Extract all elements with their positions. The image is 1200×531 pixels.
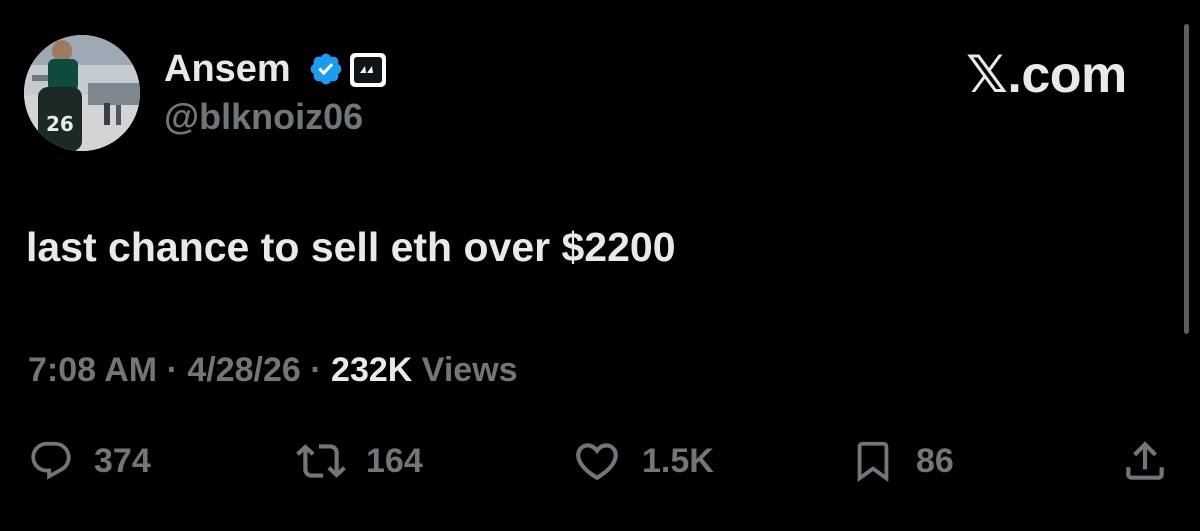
brand-logo: 𝕏.com [966,46,1127,104]
affiliate-badge-icon[interactable] [350,53,386,87]
bookmark-button[interactable]: 86 [850,436,954,486]
reply-button[interactable]: 374 [28,436,151,486]
tweet-time[interactable]: 7:08 AM [28,351,157,389]
views-label: Views [421,351,518,389]
meta-separator: · [166,351,178,389]
views-count[interactable]: 232K [331,351,412,389]
reply-icon [31,441,71,480]
share-icon [1126,441,1164,480]
share-button[interactable] [1120,436,1170,486]
avatar[interactable]: 26 [24,35,140,151]
bookmark-icon [857,441,889,482]
tweet-date[interactable]: 4/28/26 [187,351,300,389]
author-handle[interactable]: @blknoiz06 [164,96,363,138]
like-count: 1.5K [642,442,714,480]
avatar-image: 26 [24,35,140,151]
verified-badge-icon [310,53,342,85]
bookmark-count: 86 [916,442,954,480]
repost-button[interactable]: 164 [296,436,423,486]
avatar-jersey-number: 26 [46,112,74,136]
author-display-name[interactable]: Ansem [164,47,291,91]
scrollbar[interactable] [1184,24,1189,334]
like-button[interactable]: 1.5K [572,436,714,486]
repost-count: 164 [366,442,423,480]
repost-icon [296,444,346,478]
heart-icon [576,443,618,481]
meta-separator: · [310,351,322,389]
tweet-meta: 7:08 AM · 4/28/26 · 232K Views [28,350,518,390]
tweet-text: last chance to sell eth over $2200 [26,224,676,270]
affiliate-logo-icon [354,57,382,83]
reply-count: 374 [94,442,151,480]
